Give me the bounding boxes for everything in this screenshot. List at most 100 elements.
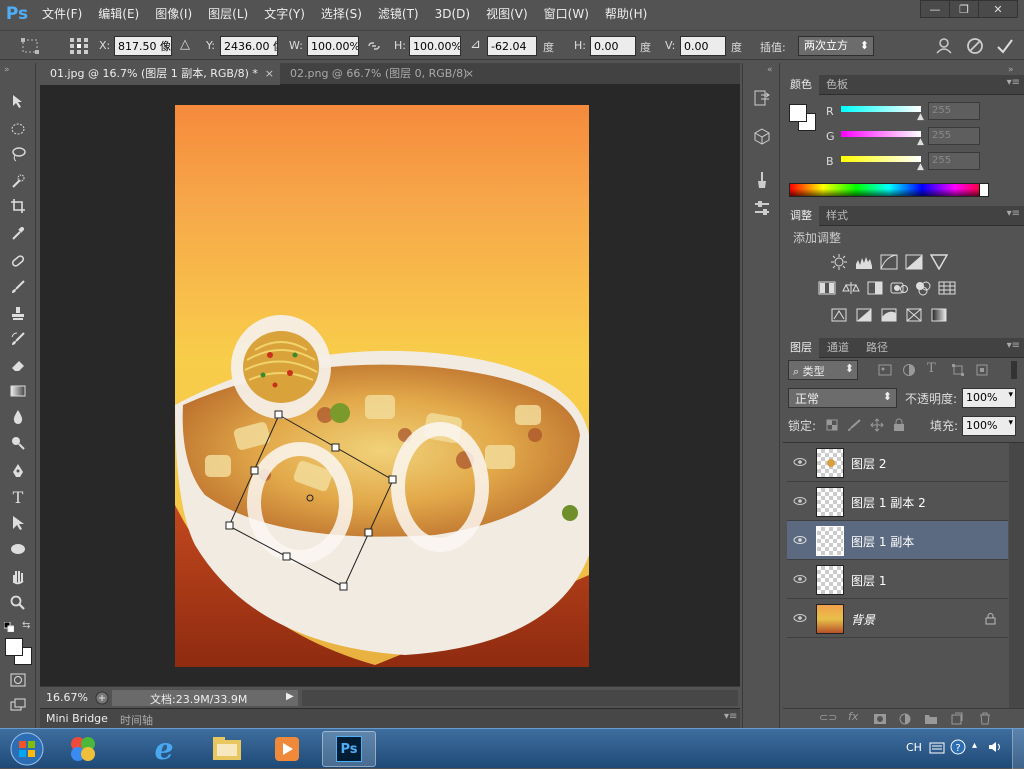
- pen-tool-icon[interactable]: [8, 461, 28, 481]
- b-value[interactable]: 255: [928, 152, 980, 170]
- filter-smart-object-icon[interactable]: [975, 363, 989, 377]
- tab-layers[interactable]: 图层: [783, 338, 819, 358]
- fill-field[interactable]: 100% ▾: [962, 416, 1016, 436]
- history-panel-icon[interactable]: [753, 89, 771, 107]
- blend-mode-select[interactable]: 正常 ⬍: [788, 388, 897, 408]
- gradient-map-icon[interactable]: [930, 307, 948, 323]
- filter-pixel-icon[interactable]: [878, 363, 892, 377]
- hskew-field[interactable]: 0.00: [590, 36, 636, 56]
- opacity-field[interactable]: 100% ▾: [962, 388, 1016, 408]
- zoom-level[interactable]: 16.67%: [46, 691, 88, 704]
- volume-icon[interactable]: [988, 740, 1004, 754]
- selective-color-icon[interactable]: [905, 307, 923, 323]
- lasso-tool-icon[interactable]: [8, 144, 28, 164]
- g-slider-thumb-icon[interactable]: ▲: [917, 137, 924, 147]
- blur-tool-icon[interactable]: [8, 407, 28, 427]
- visibility-eye-icon[interactable]: [793, 612, 807, 624]
- move-tool-icon[interactable]: [8, 91, 28, 111]
- tab-paths[interactable]: 路径: [859, 338, 895, 358]
- filter-type-icon[interactable]: T: [927, 361, 936, 376]
- commit-transform-icon[interactable]: [996, 37, 1014, 55]
- menu-filter[interactable]: 滤镜(T): [370, 0, 427, 28]
- layers-scrollbar[interactable]: [1009, 443, 1024, 709]
- lock-transparent-icon[interactable]: [826, 419, 838, 431]
- exposure-icon[interactable]: [905, 254, 923, 270]
- tab-mini-bridge[interactable]: Mini Bridge: [46, 712, 108, 725]
- brightness-contrast-icon[interactable]: [830, 254, 848, 270]
- healing-brush-tool-icon[interactable]: [8, 251, 28, 271]
- new-layer-icon[interactable]: [951, 712, 963, 725]
- quick-mask-icon[interactable]: [8, 670, 28, 690]
- help-icon[interactable]: ?: [950, 739, 966, 755]
- minimize-button[interactable]: —: [920, 0, 950, 18]
- lock-all-icon[interactable]: [893, 418, 905, 432]
- threshold-icon[interactable]: [880, 307, 898, 323]
- lock-image-icon[interactable]: [847, 419, 861, 431]
- delta-icon[interactable]: △: [180, 37, 190, 52]
- layer-filter-select[interactable]: ⌕ 类型 ⬍: [788, 360, 858, 380]
- layer-name[interactable]: 图层 2: [851, 455, 886, 472]
- panel-menu-icon[interactable]: ▾≡: [724, 711, 737, 722]
- menu-window[interactable]: 窗口(W): [536, 0, 597, 28]
- vskew-field[interactable]: 0.00: [680, 36, 726, 56]
- layer-name[interactable]: 图层 1: [851, 572, 886, 589]
- cancel-transform-icon[interactable]: [966, 37, 984, 55]
- history-brush-tool-icon[interactable]: [8, 329, 28, 349]
- new-group-icon[interactable]: [924, 713, 938, 725]
- keyboard-icon[interactable]: [929, 741, 945, 755]
- canvas-viewport[interactable]: [40, 85, 740, 685]
- tab-channels[interactable]: 通道: [820, 338, 856, 358]
- horizontal-scrollbar[interactable]: [302, 690, 738, 706]
- foreground-color-swatch[interactable]: [5, 638, 23, 656]
- photo-filter-icon[interactable]: [890, 280, 908, 296]
- gradient-tool-icon[interactable]: [8, 381, 28, 401]
- type-tool-icon[interactable]: T: [8, 487, 28, 507]
- color-fg-swatch[interactable]: [789, 104, 807, 122]
- posterize-icon[interactable]: [855, 307, 873, 323]
- lock-position-icon[interactable]: [870, 418, 884, 432]
- tray-expand-icon[interactable]: ▴: [972, 740, 977, 751]
- close-tab-icon[interactable]: ×: [265, 63, 274, 85]
- hue-saturation-icon[interactable]: [818, 280, 836, 296]
- transform-tool-icon[interactable]: [20, 37, 42, 55]
- layer-name[interactable]: 背景: [851, 611, 875, 628]
- tab-02-png[interactable]: 02.png @ 66.7% (图层 0, RGB/8) ×: [280, 63, 480, 85]
- link-layers-icon[interactable]: ⊂⊃: [819, 711, 837, 724]
- layer-row[interactable]: 图层 2: [787, 443, 1008, 482]
- panel-menu-icon[interactable]: ▾≡: [1007, 208, 1020, 219]
- expand-panels-icon[interactable]: «: [767, 65, 773, 75]
- y-field[interactable]: 2436.00 像: [220, 36, 278, 56]
- status-menu-icon[interactable]: [95, 691, 109, 705]
- visibility-eye-icon[interactable]: [793, 495, 807, 507]
- internet-explorer-icon[interactable]: e: [137, 731, 191, 767]
- 3d-panel-icon[interactable]: [753, 127, 771, 145]
- menu-view[interactable]: 视图(V): [478, 0, 536, 28]
- restore-button[interactable]: ❐: [949, 0, 979, 18]
- filter-toggle[interactable]: [1011, 361, 1017, 379]
- b-slider[interactable]: [841, 156, 921, 162]
- tool-presets-icon[interactable]: [753, 199, 771, 217]
- black-white-icon[interactable]: [866, 280, 884, 296]
- swap-colors-icon[interactable]: ⇆: [22, 620, 30, 631]
- quick-selection-tool-icon[interactable]: [8, 171, 28, 191]
- reference-point-icon[interactable]: [68, 36, 90, 56]
- curves-icon[interactable]: [880, 254, 898, 270]
- color-spectrum-bar[interactable]: [789, 183, 989, 197]
- interpolation-select[interactable]: 两次立方 ⬍: [798, 36, 874, 56]
- brush-presets-icon[interactable]: [753, 171, 771, 189]
- screen-mode-icon[interactable]: [8, 695, 28, 715]
- g-slider[interactable]: [841, 131, 921, 137]
- panel-menu-icon[interactable]: ▾≡: [1007, 77, 1020, 88]
- menu-edit[interactable]: 编辑(E): [90, 0, 147, 28]
- angle-field[interactable]: -62.04: [487, 36, 537, 56]
- w-field[interactable]: 100.00%: [307, 36, 359, 56]
- ellipse-tool-icon[interactable]: [8, 539, 28, 559]
- dodge-tool-icon[interactable]: [8, 433, 28, 453]
- menu-help[interactable]: 帮助(H): [597, 0, 655, 28]
- channel-mixer-icon[interactable]: [914, 280, 932, 296]
- levels-icon[interactable]: [855, 254, 873, 270]
- pinwheel-app-icon[interactable]: [56, 731, 110, 767]
- hand-tool-icon[interactable]: [8, 567, 28, 587]
- menu-image[interactable]: 图像(I): [147, 0, 200, 28]
- menu-type[interactable]: 文字(Y): [256, 0, 313, 28]
